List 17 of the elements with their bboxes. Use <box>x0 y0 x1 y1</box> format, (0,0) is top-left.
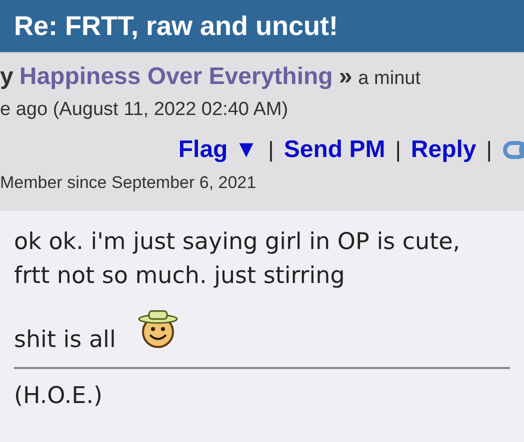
member-since: Member since September 6, 2021 <box>0 173 258 193</box>
post-time: e ago (August 11, 2022 02:40 AM) <box>0 99 290 122</box>
byline-separator: » <box>338 63 352 91</box>
link-separator: | <box>486 137 492 163</box>
post-text: shit is all <box>14 326 116 355</box>
author-link[interactable]: Happiness Over Everything <box>19 63 333 91</box>
post-title: Re: FRTT, raw and uncut! <box>14 10 338 42</box>
byline-text: y <box>0 63 14 91</box>
smiley-with-hat-icon <box>138 309 178 349</box>
post-time: a minut <box>358 68 420 90</box>
action-link[interactable]: Flag ▼ <box>178 136 258 164</box>
link-separator: | <box>395 137 401 163</box>
action-link[interactable]: Send PM <box>284 136 386 164</box>
signature-text: (H.O.E.) <box>14 383 104 409</box>
post-text: ok ok. i'm just saying girl in OP is cute, frtt not so much. just stirring <box>14 228 462 291</box>
link-separator: | <box>268 137 274 163</box>
action-link[interactable]: Reply <box>410 136 476 164</box>
